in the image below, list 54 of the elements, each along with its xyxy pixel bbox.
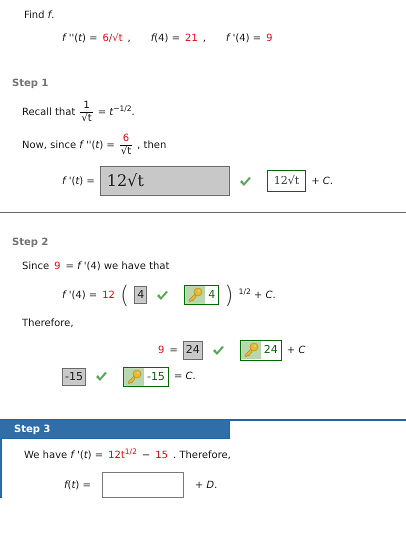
prompt-text: Find f.	[23, 9, 56, 23]
answer-field: 12√t	[100, 166, 230, 196]
math-text: + C	[286, 344, 306, 358]
solution-value: 12√t	[272, 172, 300, 189]
step-heading: Step 3	[2, 420, 230, 439]
math-text: We have f '(t) =	[24, 449, 104, 463]
answer-field: 4	[134, 286, 148, 304]
given-value: 6/√t	[102, 32, 123, 46]
answer-field: 24	[182, 341, 203, 360]
math-text: Since	[22, 260, 50, 274]
given-value: 9	[158, 344, 164, 358]
math-text: + D.	[194, 478, 218, 492]
math-text: −	[142, 449, 150, 463]
answer-input[interactable]	[102, 472, 184, 498]
math-text: = C.	[174, 370, 196, 384]
given-value: 12	[102, 288, 115, 302]
given-value: 21	[184, 32, 198, 46]
math-text: f '(t) =	[62, 174, 95, 188]
numerator: 1	[80, 100, 93, 112]
math-text: ,	[202, 32, 206, 46]
solution-value: 4	[207, 286, 216, 303]
math-text: Therefore,	[22, 317, 74, 331]
math-text: + C.	[311, 174, 333, 188]
step-heading: Step 1	[11, 77, 50, 91]
solution-value: -15	[146, 368, 166, 384]
step-heading: Step 2	[11, 236, 50, 250]
denominator: √t	[120, 146, 132, 157]
math-text: =	[169, 344, 178, 358]
key-icon	[126, 368, 142, 385]
math-text: = f '(4) we have that	[66, 260, 170, 274]
math-text: f(t) =	[64, 478, 91, 492]
key-icon	[187, 287, 204, 303]
given-value: 9	[266, 32, 272, 46]
denominator: √t	[81, 112, 92, 124]
given-value: 12t$^{1/2}$	[108, 448, 137, 463]
math-text: f '(4) =	[62, 288, 98, 302]
answer-field: -15	[62, 368, 86, 386]
math-text: f ''(t) =	[62, 32, 98, 46]
parenthesis: )	[224, 283, 234, 307]
math-text: Now, since f ''(t) =	[22, 138, 115, 152]
given-value: 9	[54, 260, 60, 274]
numerator: 6	[120, 133, 132, 146]
math-text: Recall that	[22, 106, 76, 120]
math-text: f(4) =	[150, 32, 180, 46]
given-value: 15	[155, 449, 168, 463]
math-text: , then	[137, 138, 166, 152]
math-text: = t$^{−1/2}$.	[98, 104, 135, 120]
math-text: $^{1/2}$ + C.	[238, 288, 276, 302]
key-icon	[242, 342, 259, 358]
math-text: ,	[128, 32, 131, 46]
solution-value: 24	[262, 342, 279, 358]
math-text: . Therefore,	[172, 449, 231, 463]
math-text: f '(4) =	[226, 32, 262, 46]
parenthesis: (	[120, 283, 130, 307]
